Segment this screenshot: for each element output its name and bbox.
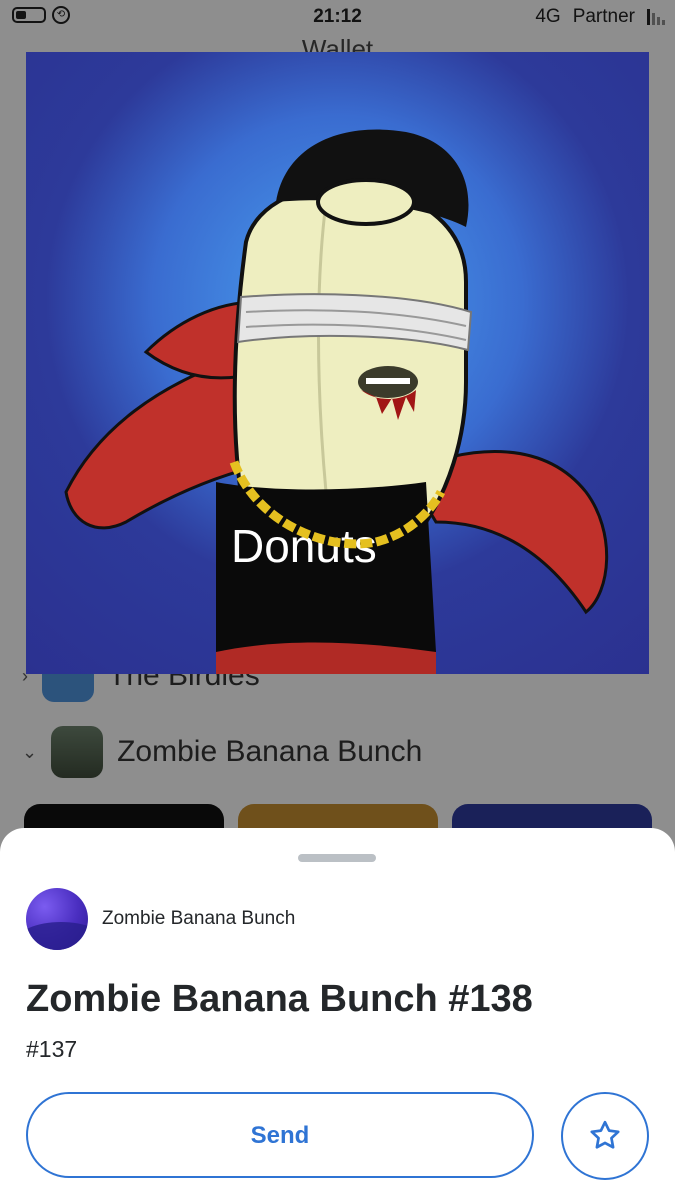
- collection-name: Zombie Banana Bunch: [102, 908, 296, 929]
- zombie-banana-artwork: Donuts: [64, 129, 609, 674]
- collection-avatar: [26, 888, 88, 950]
- nft-image: Donuts: [26, 52, 649, 674]
- nft-title: Zombie Banana Bunch #138: [26, 978, 533, 1020]
- nft-token-id: #137: [26, 1036, 78, 1062]
- send-button[interactable]: Send: [26, 1092, 534, 1178]
- sheet-drag-handle[interactable]: [298, 854, 376, 862]
- star-outline-icon: [590, 1120, 620, 1149]
- favorite-button[interactable]: [561, 1092, 649, 1180]
- nft-detail-sheet: Zombie Banana Bunch Zombie Banana Bunch …: [0, 828, 675, 1200]
- collection-info[interactable]: Zombie Banana Bunch: [26, 888, 295, 950]
